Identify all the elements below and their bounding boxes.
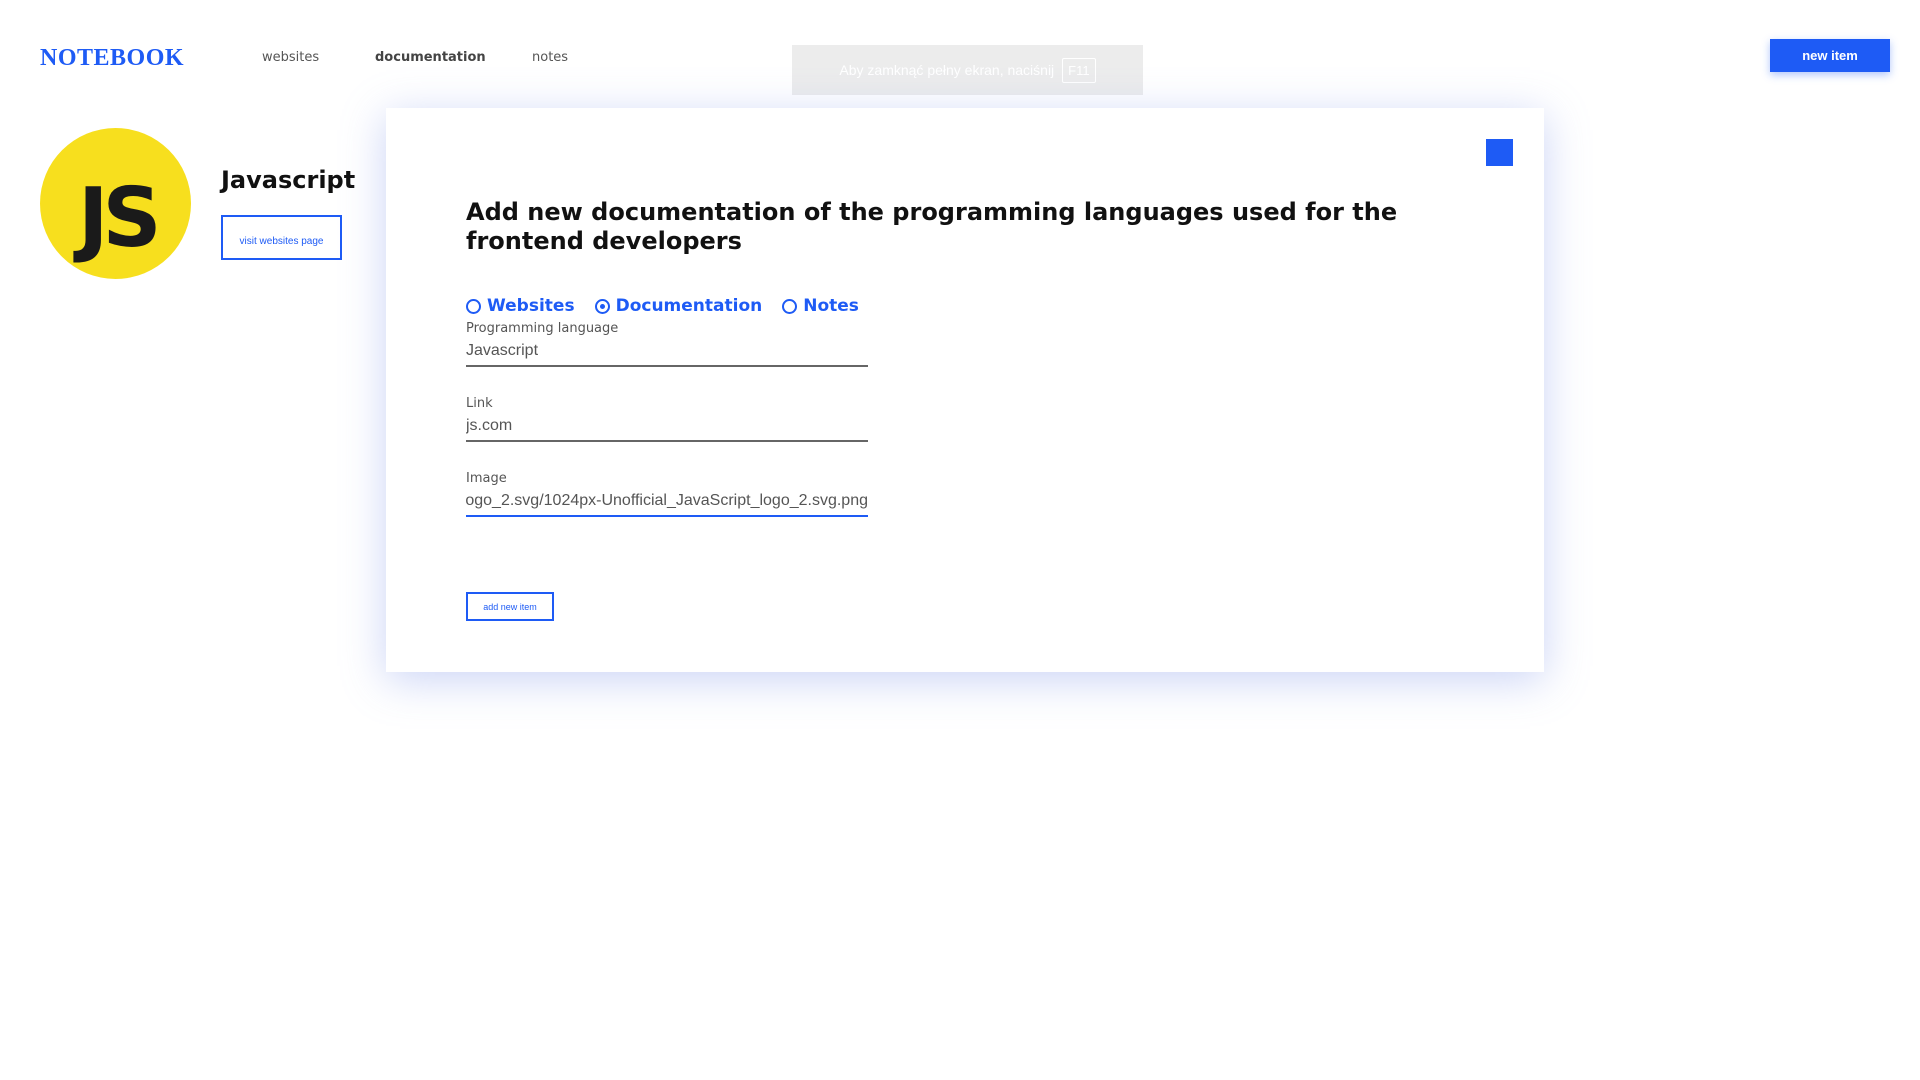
js-logo-avatar: JS [40,128,191,279]
radio-websites-label: Websites [487,296,575,316]
link-label: Link [466,396,493,411]
nav-websites[interactable]: websites [262,50,319,65]
close-icon[interactable] [1486,139,1513,166]
visit-websites-button[interactable]: visit websites page [221,215,342,260]
language-label: Programming language [466,321,619,336]
language-title: Javascript [221,166,356,194]
radio-unchecked-icon [782,298,798,314]
radio-checked-icon [594,298,610,314]
fullscreen-notice: Aby zamknąć pełny ekran, naciśnij F11 [792,45,1143,95]
page: NOTEBOOK websites documentation notes Ab… [0,0,1920,1080]
nav-documentation[interactable]: documentation [375,50,486,65]
radio-documentation[interactable]: Documentation [594,296,763,316]
fullscreen-notice-text: Aby zamknąć pełny ekran, naciśnij [839,62,1055,78]
link-input[interactable]: js.com [466,417,868,442]
radio-unchecked-icon [466,298,481,314]
image-input[interactable]: ogo_2.svg/1024px-Unofficial_JavaScript_l… [466,492,868,517]
link-field: Link js.com [466,396,868,442]
radio-websites[interactable]: Websites [466,296,575,316]
app-logo[interactable]: NOTEBOOK [40,45,184,72]
image-label: Image [466,471,507,486]
nav-notes[interactable]: notes [532,50,568,65]
new-item-button[interactable]: new item [1770,39,1890,72]
js-logo-text: JS [78,171,162,266]
add-new-item-button[interactable]: add new item [466,592,554,621]
add-item-modal: Add new documentation of the programming… [386,108,1544,672]
radio-notes-label: Notes [803,296,859,316]
radio-notes[interactable]: Notes [782,296,859,316]
language-field: Programming language Javascript [466,321,868,367]
category-radio-group: Websites Documentation Notes [466,296,859,316]
radio-documentation-label: Documentation [615,296,763,316]
modal-title: Add new documentation of the programming… [466,198,1398,255]
fullscreen-key: F11 [1062,57,1096,83]
image-field: Image ogo_2.svg/1024px-Unofficial_JavaSc… [466,471,868,517]
language-input[interactable]: Javascript [466,342,868,367]
